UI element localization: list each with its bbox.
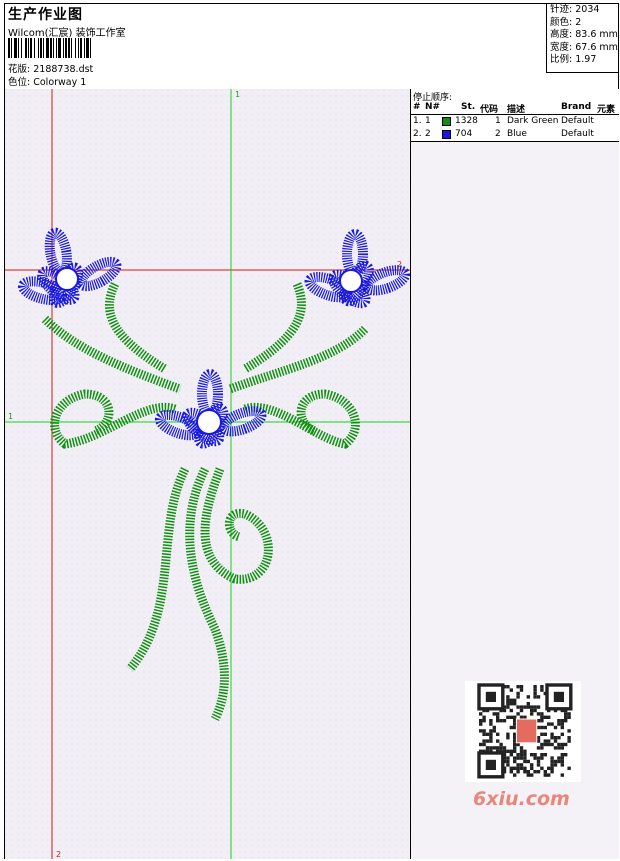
table-header: # N# St. 代码 描述 Brand 元素 (411, 102, 619, 115)
guide-label-h1: 1 (8, 412, 13, 421)
col-index: # (413, 102, 421, 112)
height-label: 高度: (550, 29, 573, 40)
col-stitches: St. (461, 102, 476, 112)
color-count-row: 颜色: 2 (550, 17, 618, 30)
row-index: 1. (413, 116, 422, 126)
row-code: 2 (495, 129, 501, 139)
row-description: Blue (507, 129, 527, 139)
table-row: 2. 2 704 2 Blue Default (411, 129, 619, 141)
page-title: 生产作业图 (8, 7, 83, 23)
width-label: 宽度: (550, 41, 573, 53)
header: 生产作业图 Wilcom(汇宸) 装饰工作室 花版: 2188738.dst 色… (5, 4, 618, 90)
stitch-count-label: 针迹: (550, 4, 573, 15)
swatch-blue (442, 130, 451, 139)
height-row: 高度: 83.6 mm (550, 29, 618, 42)
stitch-count-value: 2034 (575, 4, 600, 15)
guide-label-v1: 1 (235, 90, 240, 99)
color-count-label: 颜色: (550, 16, 573, 28)
stitch-count-row: 针迹: 2034 (550, 4, 618, 17)
guide-label-v2: 2 (56, 850, 61, 859)
table-row: 1. 1 1328 1 Dark Green Default (411, 116, 619, 128)
col-needle: N# (425, 102, 441, 112)
row-index: 2. (413, 129, 422, 139)
flower-center-center (196, 409, 222, 435)
col-code: 代码 (480, 105, 499, 115)
width-value: 67.6 mm (575, 41, 618, 53)
scale-label: 比例: (550, 54, 573, 65)
swatch-dark-green (442, 117, 451, 126)
colorway-line: 色位: Colorway 1 (8, 74, 86, 88)
col-element: 元素 (597, 105, 616, 115)
row-code: 1 (495, 116, 501, 126)
watermark-brand: 6xiu.com (473, 788, 570, 810)
design-stats: 针迹: 2034 颜色: 2 高度: 83.6 mm 宽度: 67.6 mm 比… (546, 4, 618, 73)
row-stitches: 704 (455, 129, 473, 139)
color-count-value: 2 (575, 16, 582, 28)
flower-right-center (339, 269, 363, 293)
flower-left-center (55, 267, 79, 291)
row-needle: 1 (425, 116, 431, 126)
row-description: Dark Green (507, 116, 559, 126)
col-brand: Brand (561, 102, 592, 112)
barcode-bar (91, 38, 93, 58)
width-row: 宽度: 67.6 mm (550, 42, 618, 55)
qr-code-image (477, 683, 573, 779)
qr-code (465, 681, 581, 782)
row-brand: Default (561, 129, 594, 139)
scale-value: 1.97 (575, 54, 597, 65)
colorway-label: 色位: (8, 77, 31, 88)
height-value: 83.6 mm (575, 29, 618, 40)
col-description: 描述 (507, 105, 526, 115)
design-file-line: 花版: 2188738.dst (8, 61, 93, 75)
embroidery-preview: 1 2 1 2 (5, 89, 410, 859)
scale-row: 比例: 1.97 (550, 54, 618, 67)
row-needle: 2 (425, 129, 431, 139)
colorway-value: Colorway 1 (33, 77, 87, 88)
studio-name: Wilcom(汇宸) 装饰工作室 (8, 28, 126, 39)
row-brand: Default (561, 116, 594, 126)
qr-logo-seal (515, 718, 538, 744)
stop-sequence-table: 停止顺序: # N# St. 代码 描述 Brand 元素 1. 1 1328 … (411, 89, 619, 142)
design-canvas: 1 2 1 2 (5, 89, 410, 859)
barcode (8, 38, 146, 58)
row-stitches: 1328 (455, 116, 478, 126)
